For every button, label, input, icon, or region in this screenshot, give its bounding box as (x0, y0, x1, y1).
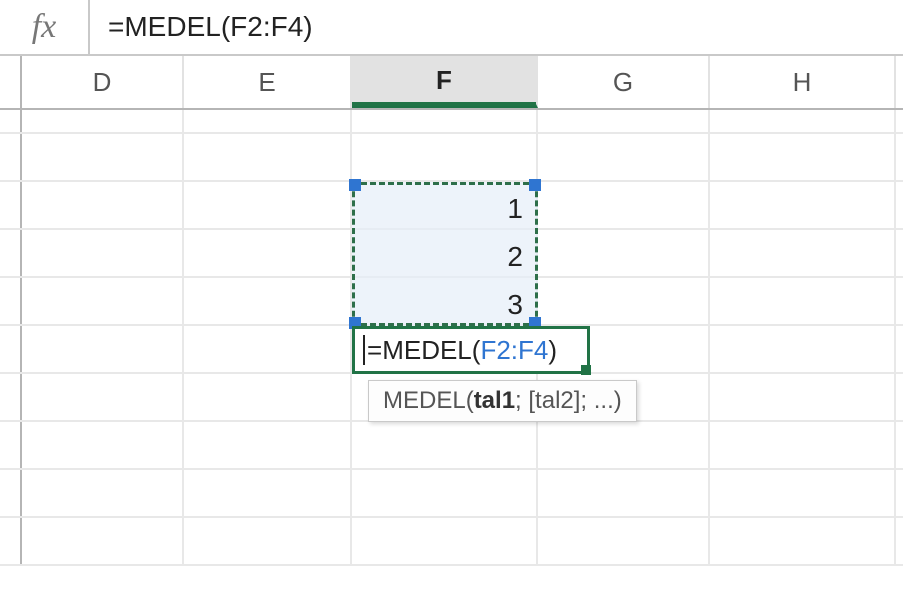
col-header-D[interactable]: D (22, 56, 184, 108)
cell[interactable] (184, 182, 352, 228)
cell[interactable] (710, 470, 896, 516)
tooltip-rest: ; [tal2]; ...) (515, 387, 622, 414)
col-label: E (258, 67, 275, 98)
function-tooltip[interactable]: MEDEL(tal1; [tal2]; ...) (368, 380, 637, 422)
tooltip-arg1: tal1 (474, 387, 515, 414)
sheet: D E F G H (0, 56, 903, 595)
column-headers: D E F G H (0, 56, 903, 110)
table-row (0, 470, 903, 518)
cell[interactable] (22, 422, 184, 468)
cell[interactable] (538, 518, 710, 564)
cell[interactable] (184, 134, 352, 180)
cell[interactable] (22, 470, 184, 516)
cell[interactable] (184, 422, 352, 468)
cell[interactable] (710, 134, 896, 180)
cell[interactable] (538, 470, 710, 516)
active-edit-cell-F5[interactable]: = MEDEL ( F2:F4 ) (352, 326, 590, 374)
cell[interactable] (710, 374, 896, 420)
cell-F2-value: 1 (507, 193, 523, 225)
row-stub[interactable] (0, 422, 22, 468)
cell[interactable] (538, 182, 710, 228)
cell[interactable] (184, 470, 352, 516)
col-label: G (613, 67, 633, 98)
row-stub[interactable] (0, 518, 22, 564)
table-row (0, 134, 903, 182)
cell[interactable] (184, 374, 352, 420)
cell-F3-value: 2 (507, 241, 523, 273)
fx-label-text: fx (32, 8, 57, 46)
selection-handle-icon[interactable] (349, 179, 361, 191)
cell[interactable] (22, 134, 184, 180)
cell[interactable] (352, 422, 538, 468)
table-row (0, 518, 903, 566)
cell[interactable] (710, 326, 896, 372)
formula-input-container (90, 0, 903, 54)
col-label: H (793, 67, 812, 98)
cell[interactable] (22, 110, 184, 132)
cell[interactable] (710, 182, 896, 228)
formula-input[interactable] (106, 10, 887, 44)
row-stub[interactable] (0, 470, 22, 516)
tooltip-fn: MEDEL (383, 387, 466, 414)
cell[interactable] (352, 518, 538, 564)
cell[interactable] (22, 518, 184, 564)
formula-bar: fx (0, 0, 903, 56)
cell[interactable] (352, 134, 538, 180)
cell[interactable] (538, 230, 710, 276)
cell[interactable] (22, 230, 184, 276)
cell[interactable] (710, 518, 896, 564)
cell[interactable] (184, 278, 352, 324)
cell[interactable] (184, 518, 352, 564)
formula-equals: = (367, 335, 382, 366)
cell[interactable] (22, 374, 184, 420)
cell[interactable] (538, 278, 710, 324)
row-stub[interactable] (0, 134, 22, 180)
col-header-F[interactable]: F (352, 56, 538, 108)
tooltip-open: ( (466, 387, 474, 414)
formula-close-paren: ) (548, 335, 557, 366)
select-all-stub[interactable] (0, 56, 22, 108)
fx-icon[interactable]: fx (0, 0, 90, 54)
col-header-H[interactable]: H (710, 56, 896, 108)
cell[interactable] (352, 110, 538, 132)
cell[interactable] (538, 134, 710, 180)
cell[interactable] (710, 110, 896, 132)
cell[interactable] (710, 422, 896, 468)
range-selection-F2-F4[interactable]: 1 2 3 (352, 182, 538, 326)
table-row (0, 422, 903, 470)
formula-fn-name: MEDEL (382, 335, 472, 366)
col-label: D (93, 67, 112, 98)
cell[interactable] (22, 326, 184, 372)
cell[interactable] (184, 326, 352, 372)
formula-open-paren: ( (472, 335, 481, 366)
row-stub[interactable] (0, 374, 22, 420)
cell[interactable] (710, 230, 896, 276)
cell[interactable] (22, 182, 184, 228)
cell[interactable] (538, 110, 710, 132)
row-stub[interactable] (0, 182, 22, 228)
col-label: F (436, 65, 452, 96)
col-header-G[interactable]: G (538, 56, 710, 108)
cell-F4-value: 3 (507, 289, 523, 321)
text-cursor-icon (363, 335, 365, 365)
row-stub[interactable] (0, 278, 22, 324)
row-stub[interactable] (0, 110, 22, 132)
cell[interactable] (22, 278, 184, 324)
cell[interactable] (352, 470, 538, 516)
row-stub[interactable] (0, 326, 22, 372)
row-stub[interactable] (0, 230, 22, 276)
cell[interactable] (184, 230, 352, 276)
cell[interactable] (710, 278, 896, 324)
selection-handle-icon[interactable] (529, 179, 541, 191)
formula-cell-ref: F2:F4 (480, 335, 548, 366)
cell[interactable] (184, 110, 352, 132)
cell[interactable] (538, 422, 710, 468)
col-header-E[interactable]: E (184, 56, 352, 108)
table-row (0, 110, 903, 134)
grid-body[interactable]: 1 2 3 = MEDEL ( F2:F4 ) MEDEL(tal1; [tal… (0, 110, 903, 595)
